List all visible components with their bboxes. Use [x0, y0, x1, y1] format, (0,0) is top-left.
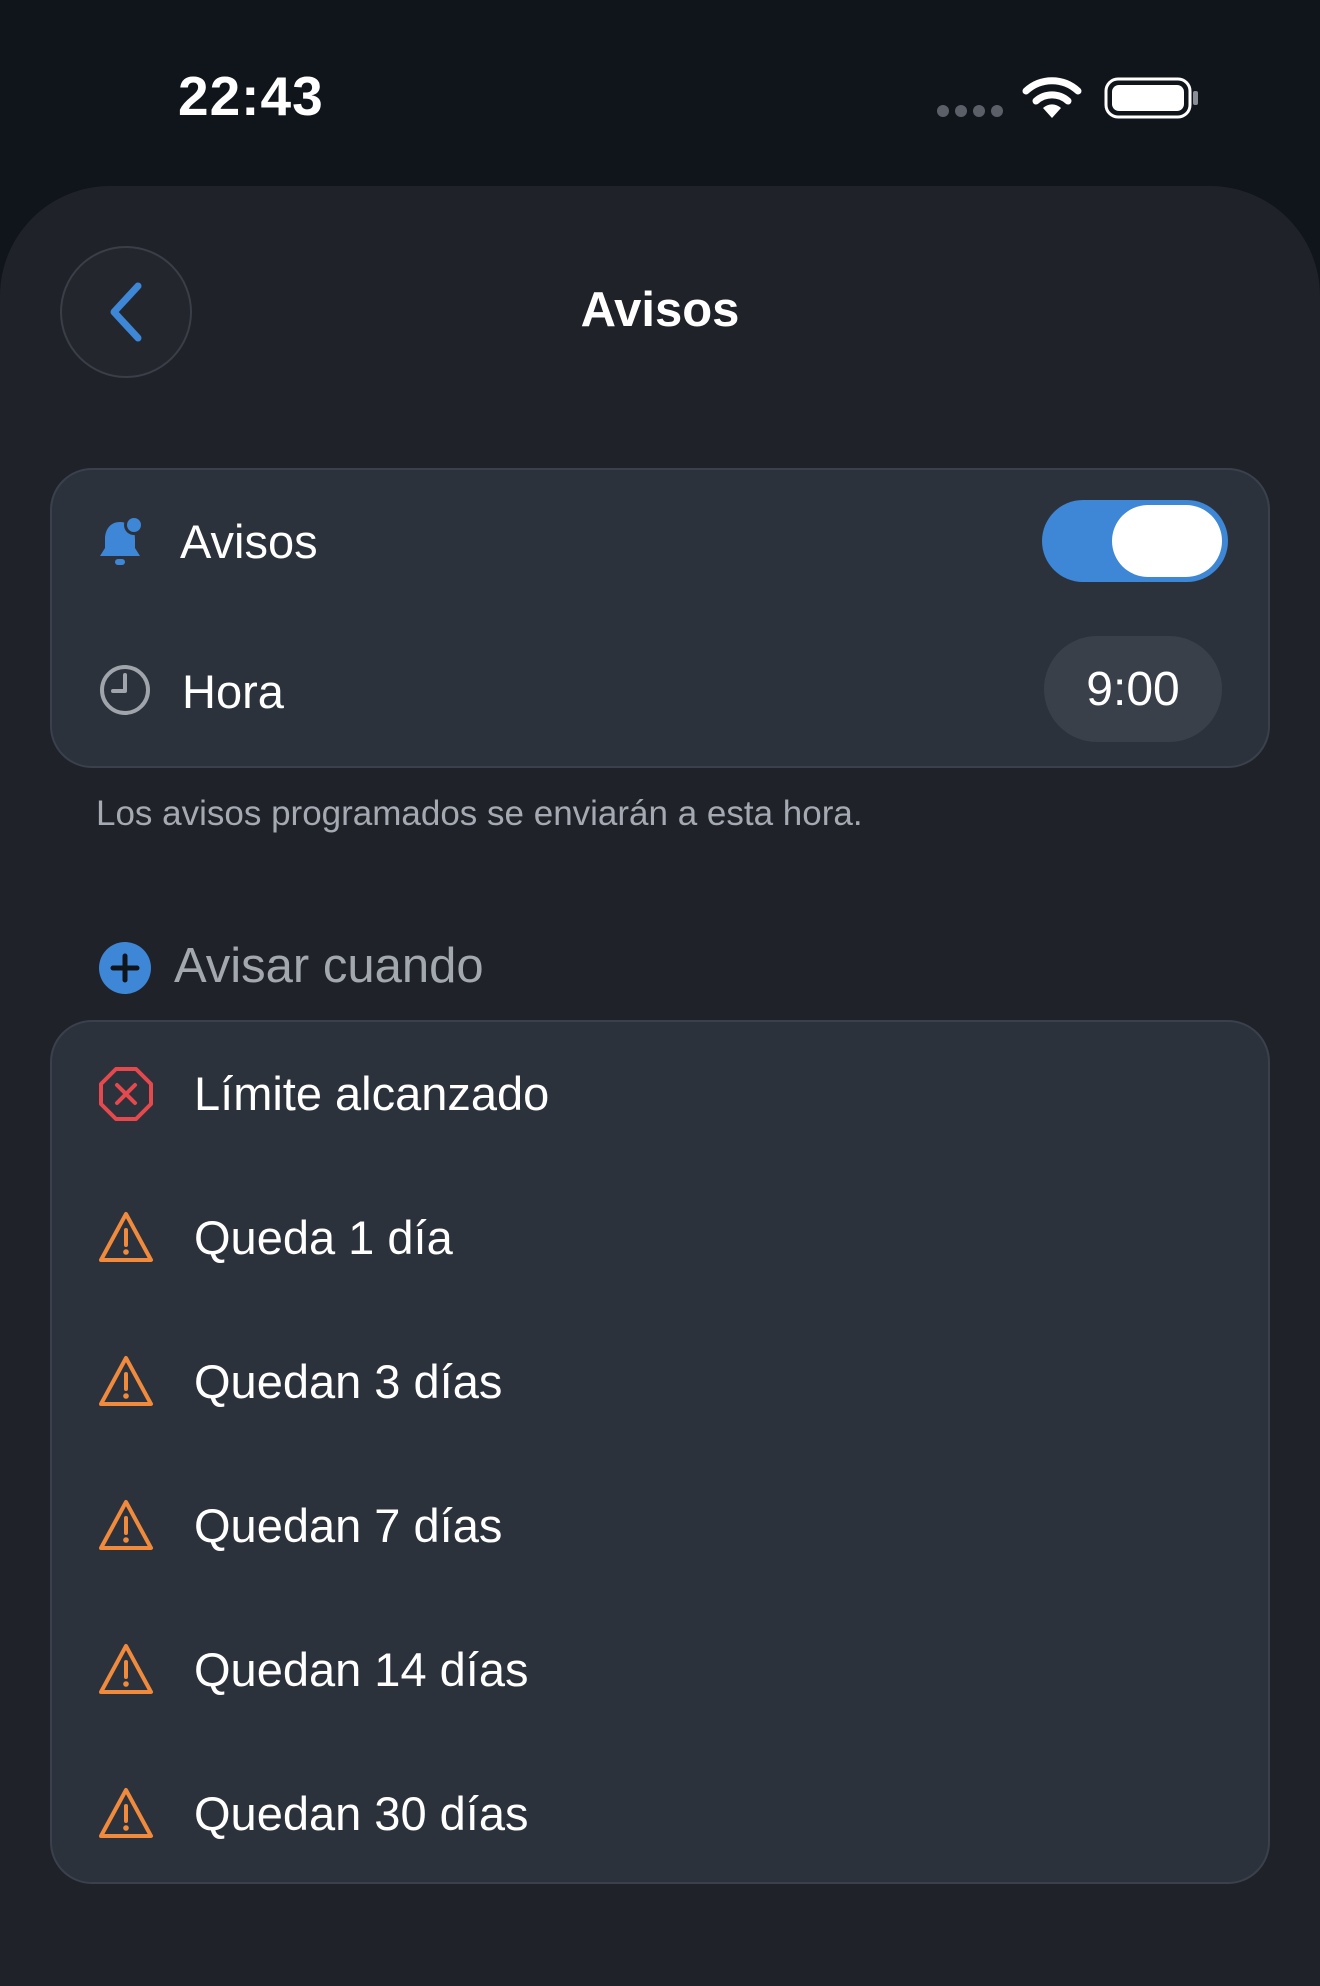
warning-triangle-icon: [99, 1356, 153, 1406]
time-label: Hora: [182, 665, 284, 718]
warning-triangle-icon: [99, 1644, 153, 1694]
add-alert-button[interactable]: Avisar cuando: [96, 936, 696, 996]
section-header-label: Avisar cuando: [174, 939, 484, 993]
clock-icon: [100, 665, 150, 715]
plus-circle-icon: [99, 942, 151, 994]
alert-item-7-days[interactable]: Quedan 7 días: [52, 1454, 1268, 1598]
alert-item-label: Quedan 30 días: [194, 1787, 529, 1840]
alert-item-3-days[interactable]: Quedan 3 días: [52, 1310, 1268, 1454]
page-title: Avisos: [580, 283, 740, 337]
alert-item-label: Queda 1 día: [194, 1211, 453, 1264]
alerts-card: Límite alcanzado Queda 1 día Quedan 3 dí…: [50, 1020, 1270, 1884]
wifi-icon: [1022, 77, 1082, 118]
alert-item-limit[interactable]: Límite alcanzado: [52, 1022, 1268, 1166]
warning-triangle-icon: [99, 1500, 153, 1550]
battery-icon: [1104, 77, 1198, 119]
status-bar: 22:43: [0, 0, 1320, 190]
bell-badge-icon: [100, 515, 144, 565]
settings-card: Avisos Hora 9:00: [50, 468, 1270, 768]
alert-item-label: Límite alcanzado: [194, 1067, 550, 1120]
x-octagon-icon: [99, 1067, 153, 1121]
alert-item-label: Quedan 14 días: [194, 1643, 529, 1696]
signal-dots-icon: [937, 105, 1003, 117]
alert-item-1-day[interactable]: Queda 1 día: [52, 1166, 1268, 1310]
notifications-toggle[interactable]: [1042, 500, 1228, 582]
alert-item-14-days[interactable]: Quedan 14 días: [52, 1598, 1268, 1742]
toggle-knob: [1112, 505, 1222, 577]
warning-triangle-icon: [99, 1788, 153, 1838]
warning-triangle-icon: [99, 1212, 153, 1262]
time-picker-button[interactable]: 9:00: [1044, 636, 1222, 742]
notifications-row: Avisos: [52, 470, 1268, 620]
status-time: 22:43: [178, 65, 324, 127]
time-footnote: Los avisos programados se enviarán a est…: [96, 794, 863, 833]
alert-item-label: Quedan 7 días: [194, 1499, 503, 1552]
alert-item-label: Quedan 3 días: [194, 1355, 503, 1408]
alert-item-30-days[interactable]: Quedan 30 días: [52, 1742, 1268, 1886]
notifications-label: Avisos: [180, 515, 318, 568]
